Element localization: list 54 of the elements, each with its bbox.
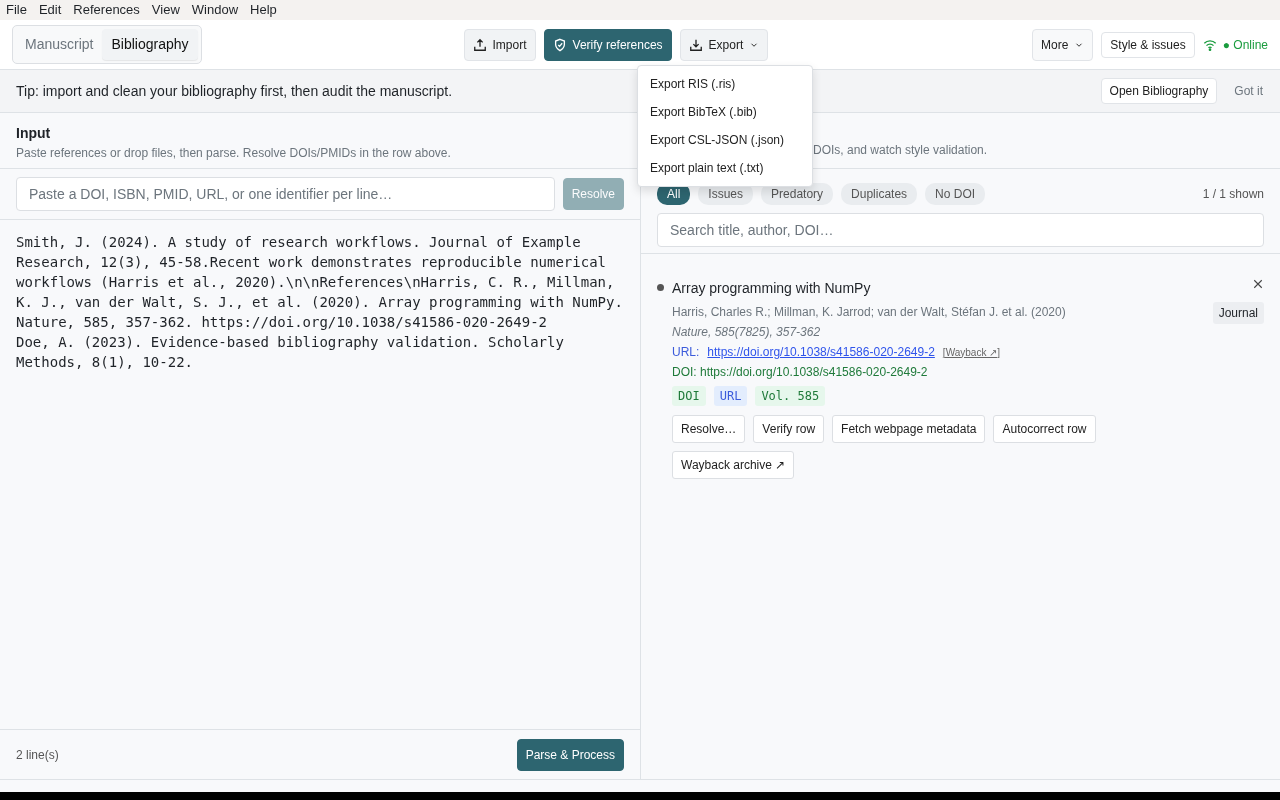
status-text: ● Online — [1222, 36, 1268, 54]
search-field[interactable]: Search title, author, DOI… — [657, 213, 1264, 247]
menu-item[interactable]: Export BibTeX (.bib) — [638, 98, 812, 126]
filter-chip[interactable]: Duplicates — [841, 183, 918, 205]
tag: DOI — [672, 386, 706, 406]
line-count: 2 line(s) — [16, 746, 59, 764]
upload-icon — [472, 37, 487, 52]
verify-button[interactable]: Verify references — [543, 28, 672, 61]
open-bibliography-button[interactable]: Open Bibliography — [1100, 78, 1218, 104]
tag: Vol. 585 — [755, 386, 826, 406]
close-icon — [1252, 278, 1264, 290]
panel-subtitle: DOIs, and watch style validation. — [813, 142, 989, 159]
action-button[interactable]: Fetch webpage metadata — [832, 415, 986, 443]
style-issues-button[interactable]: Style & issues — [1101, 31, 1195, 58]
entry-title: Array programming with NumPy — [672, 279, 872, 298]
menu-item[interactable]: References — [73, 0, 140, 20]
menu-item[interactable]: View — [151, 0, 180, 20]
menu-item[interactable]: Export CSL-JSON (.json) — [638, 126, 812, 154]
panel-title: Input — [16, 124, 52, 143]
more-button[interactable]: More — [1032, 28, 1094, 61]
panel-subtitle: Paste references or drop files, then parse. Resolve DOIs/PMIDs in the row above. — [16, 145, 452, 162]
menu-item[interactable]: Export RIS (.ris) — [638, 70, 812, 98]
action-button[interactable]: Resolve… — [672, 415, 746, 443]
type-label: Journal — [1212, 302, 1264, 324]
tab[interactable]: Manuscript — [16, 29, 103, 60]
menu-item[interactable]: Help — [250, 0, 277, 20]
url-link[interactable]: https://doi.org/10.1038/s41586-020-2649-2 — [707, 343, 935, 361]
tag: URL — [713, 386, 748, 406]
entry-source: Nature, 585(7825), 357-362 — [672, 324, 822, 341]
tip-text: Tip: import and clean your bibliography first, then audit the manuscript. — [16, 81, 453, 101]
bullet-dot — [657, 284, 664, 291]
action-button[interactable]: Verify row — [753, 415, 825, 443]
shield-icon — [552, 37, 567, 52]
tab[interactable]: Bibliography — [102, 29, 198, 60]
filter-chip[interactable]: No DOI — [925, 183, 986, 205]
identifier-field[interactable]: Paste a DOI, ISBN, PMID, URL, or one identifier per line… — [16, 177, 555, 211]
url-label: URL: — [672, 344, 700, 361]
import-button[interactable]: Import — [463, 28, 536, 61]
menu-item[interactable]: Edit — [38, 0, 62, 20]
action-button[interactable]: Autocorrect row — [993, 415, 1096, 443]
menu-item[interactable]: File — [6, 0, 27, 20]
menu-item[interactable]: Export plain text (.txt) — [638, 154, 812, 182]
export-button[interactable]: Export — [679, 28, 769, 61]
parse-button[interactable]: Parse & Process — [516, 738, 624, 771]
download-icon — [688, 37, 703, 52]
dismiss-button[interactable]: Got it — [1233, 81, 1264, 101]
menu-item[interactable]: Window — [191, 0, 239, 20]
wifi-icon — [1202, 37, 1217, 52]
wayback-link[interactable]: [Wayback ↗] — [942, 344, 1000, 360]
references-text-area[interactable]: Smith, J. (2024). A study of research workflows. Journal of Example Research, 12(3), 45-58.Recent work demonstrates reproducible numerical workflows (Harris et al., 2020).\n\nReferences\nHarris, C. R., Millman, K. J., van der Walt, S. J., et al. (2020). Array programming with NumPy. Nature, 585, 357-362. https://doi.org/10.1038/s41586-020-2649-2 Doe, A. (2023). Evidence-based bibliography validation. Scholarly Methods, 8(1), 10-22. — [0, 220, 640, 729]
entry-authors: Harris, Charles R.; Millman, K. Jarrod; van der Walt, Stéfan J. et al. (2020) — [672, 304, 1067, 321]
shown-count: 1 / 1 shown — [1202, 186, 1264, 203]
doi-text: DOI: https://doi.org/10.1038/s41586-020-2649-2 — [672, 364, 929, 381]
action-button[interactable]: Wayback archive ↗ — [672, 451, 795, 479]
